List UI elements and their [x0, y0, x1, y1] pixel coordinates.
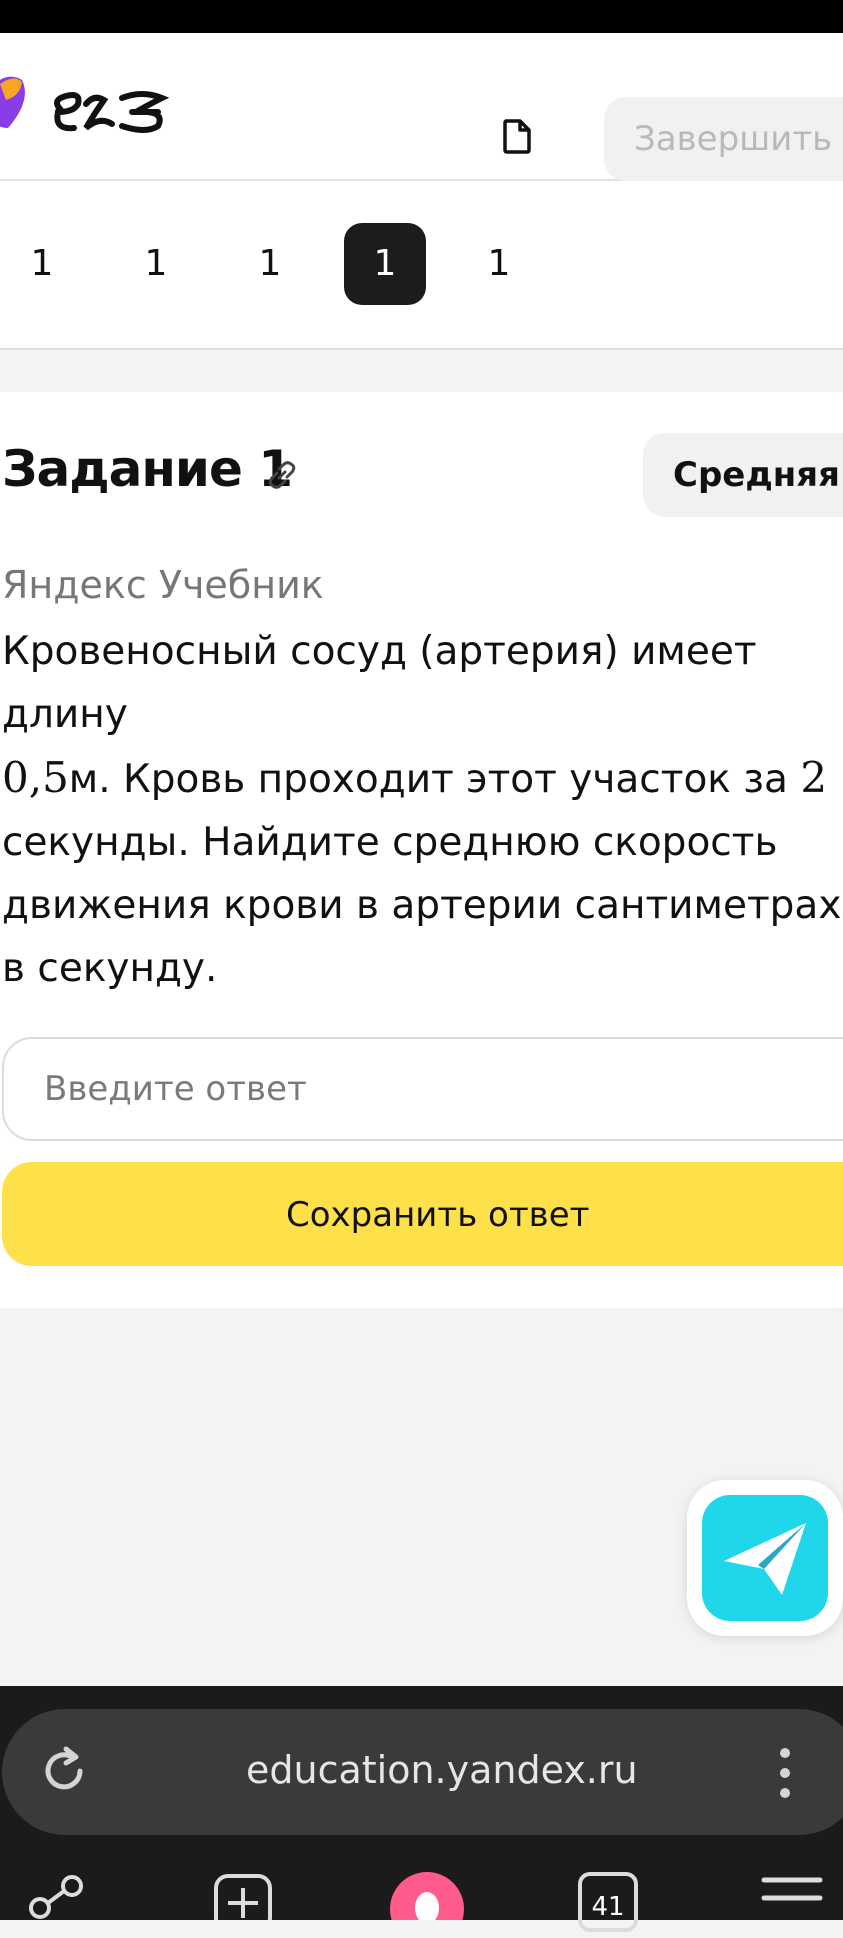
problem-text-part3: секунды. Найдите среднюю скорость движен…: [2, 820, 842, 991]
telegram-icon: [724, 1523, 806, 1595]
link-icon[interactable]: [262, 455, 302, 495]
save-answer-button[interactable]: Сохранить ответ: [2, 1162, 843, 1266]
problem-text-part1: Кровеносный сосуд (артерия) имеет длину: [2, 629, 757, 737]
telegram-icon-bg: [702, 1495, 828, 1621]
share-icon[interactable]: [26, 1872, 96, 1920]
status-bar: [0, 0, 843, 33]
task-nav-item[interactable]: 1: [115, 223, 197, 305]
header: Завершить: [0, 33, 843, 181]
task-nav-item[interactable]: 1: [229, 223, 311, 305]
task-nav-item[interactable]: 1: [458, 223, 540, 305]
difficulty-badge: Средняя: [643, 433, 843, 517]
answer-input[interactable]: [2, 1037, 843, 1141]
problem-text-part2: м. Кровь проходит этот участок за: [68, 757, 788, 802]
task-nav-item[interactable]: 1: [1, 223, 83, 305]
alice-icon[interactable]: [390, 1872, 464, 1920]
telegram-button[interactable]: [687, 1480, 843, 1636]
time-value: 2: [800, 753, 828, 802]
finish-button[interactable]: Завершить: [604, 97, 843, 181]
task-title: Задание 1: [2, 440, 293, 498]
url-text[interactable]: education.yandex.ru: [246, 1740, 638, 1800]
menu-icon[interactable]: [760, 1872, 824, 1920]
new-tab-icon[interactable]: [212, 1872, 274, 1920]
task-source: Яндекс Учебник: [2, 563, 324, 607]
length-value: 0,5: [2, 753, 69, 802]
reload-icon[interactable]: [36, 1743, 92, 1799]
tabs-count-button[interactable]: 41: [578, 1872, 638, 1932]
more-vertical-icon[interactable]: [775, 1745, 795, 1801]
task-nav-item-active[interactable]: 1: [344, 223, 426, 305]
ege-logo[interactable]: [0, 70, 176, 145]
document-icon[interactable]: [502, 118, 532, 154]
problem-text: Кровеносный сосуд (артерия) имеет длину …: [2, 620, 843, 1000]
